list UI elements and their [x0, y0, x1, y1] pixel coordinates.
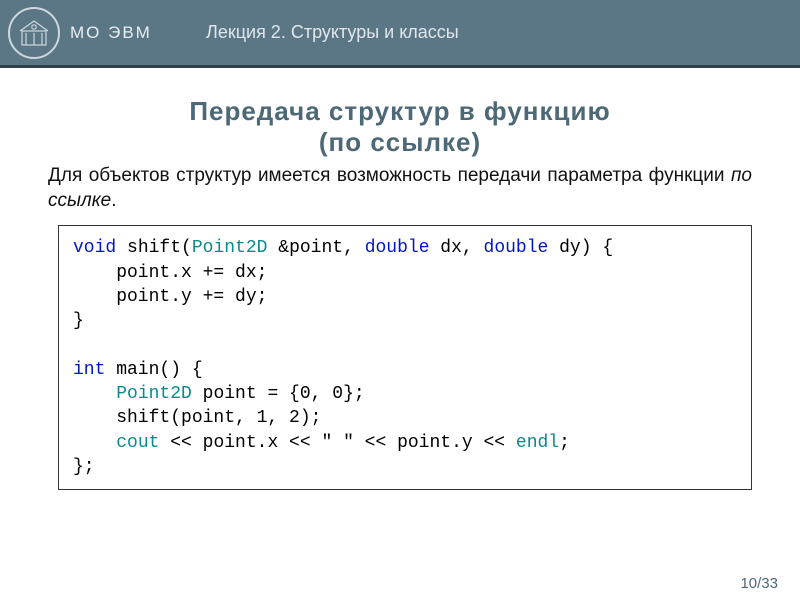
- logo: МО ЭВМ: [8, 7, 188, 59]
- slide-content: Передача структур в функцию (по ссылке) …: [0, 68, 800, 490]
- slide-header: МО ЭВМ Лекция 2. Структуры и классы: [0, 0, 800, 68]
- lecture-title: Лекция 2. Структуры и классы: [206, 22, 459, 43]
- kw-void: void: [73, 238, 116, 258]
- page-number: 10/33: [740, 575, 778, 592]
- slide-title-line1: Передача структур в функцию: [48, 96, 752, 127]
- kw-int: int: [73, 360, 105, 380]
- kw-double: double: [365, 238, 430, 258]
- kw-double: double: [484, 238, 549, 258]
- university-seal-icon: [8, 7, 60, 59]
- kw-endl: endl: [516, 433, 559, 453]
- kw-cout: cout: [116, 433, 159, 453]
- paragraph-pre: Для объектов структур имеется возможност…: [48, 165, 731, 186]
- kw-type-point2d: Point2D: [116, 384, 192, 404]
- paragraph-post: .: [111, 190, 116, 211]
- kw-type-point2d: Point2D: [192, 238, 268, 258]
- body-paragraph: Для объектов структур имеется возможност…: [48, 164, 752, 213]
- slide-title-line2: (по ссылке): [48, 127, 752, 158]
- code-block: void shift(Point2D &point, double dx, do…: [58, 225, 752, 490]
- org-name: МО ЭВМ: [70, 23, 152, 43]
